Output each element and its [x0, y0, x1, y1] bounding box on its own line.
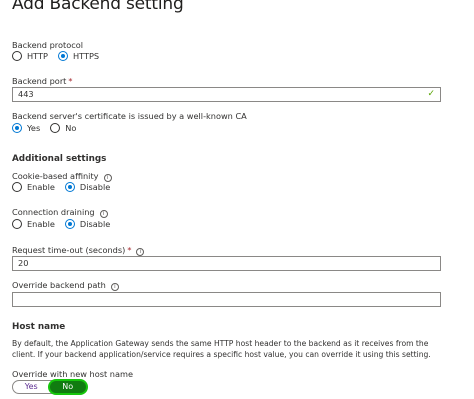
- backend-protocol-label: Backend protocol: [12, 40, 84, 50]
- cookie-affinity-label: Cookie-based affinity i: [12, 171, 112, 182]
- info-icon[interactable]: i: [103, 174, 112, 182]
- request-timeout-input[interactable]: 20: [12, 256, 441, 271]
- cookie-affinity-radio-group: Enable Disable: [12, 182, 120, 192]
- certificate-no-radio[interactable]: No: [50, 123, 76, 133]
- checkmark-icon: ✓: [427, 89, 435, 99]
- affinity-disable-label: Disable: [79, 182, 111, 192]
- radio-selected-icon: [12, 123, 22, 133]
- request-timeout-value: 20: [18, 258, 29, 268]
- draining-disable-radio[interactable]: Disable: [64, 219, 111, 229]
- certificate-yes-label: Yes: [27, 123, 41, 133]
- info-icon[interactable]: i: [110, 283, 119, 291]
- radio-icon: [12, 51, 22, 61]
- radio-selected-icon: [64, 219, 75, 229]
- connection-draining-label-text: Connection draining: [12, 207, 95, 217]
- affinity-enable-radio[interactable]: Enable: [12, 182, 55, 192]
- certificate-radio-group: Yes No: [12, 123, 86, 133]
- override-path-input[interactable]: [12, 292, 441, 307]
- request-timeout-label: Request time-out (seconds) * i: [12, 245, 145, 256]
- toggle-yes-option[interactable]: Yes: [13, 381, 50, 393]
- backend-port-value: 443: [18, 89, 34, 99]
- toggle-no-option[interactable]: No: [49, 381, 86, 393]
- protocol-http-radio[interactable]: HTTP: [12, 51, 48, 61]
- request-timeout-label-text: Request time-out (seconds): [12, 245, 126, 255]
- draining-enable-radio[interactable]: Enable: [12, 219, 55, 229]
- certificate-label: Backend server's certificate is issued b…: [12, 111, 247, 121]
- protocol-https-label: HTTPS: [72, 51, 100, 61]
- connection-draining-label: Connection draining i: [12, 207, 108, 218]
- required-mark: *: [127, 245, 132, 255]
- affinity-disable-radio[interactable]: Disable: [64, 182, 111, 192]
- override-host-toggle[interactable]: Yes No: [12, 380, 87, 394]
- page-title: Add Backend setting: [12, 0, 184, 14]
- draining-enable-label: Enable: [27, 219, 55, 229]
- radio-selected-icon: [64, 182, 75, 192]
- additional-settings-heading: Additional settings: [12, 154, 107, 164]
- draining-disable-label: Disable: [79, 219, 111, 229]
- add-backend-setting-panel: Add Backend setting Backend protocol HTT…: [0, 0, 474, 399]
- override-path-label: Override backend path i: [12, 280, 119, 291]
- override-host-label: Override with new host name: [12, 369, 134, 379]
- radio-icon: [50, 123, 61, 133]
- radio-icon: [12, 219, 22, 229]
- info-icon[interactable]: i: [136, 248, 145, 256]
- info-icon[interactable]: i: [99, 210, 108, 218]
- certificate-no-label: No: [65, 123, 77, 133]
- cookie-affinity-label-text: Cookie-based affinity: [12, 171, 99, 181]
- protocol-https-radio[interactable]: HTTPS: [57, 51, 100, 61]
- backend-protocol-radio-group: HTTP HTTPS: [12, 51, 109, 61]
- backend-port-label: Backend port *: [12, 76, 73, 86]
- host-name-heading: Host name: [12, 322, 66, 332]
- host-name-description: By default, the Application Gateway send…: [12, 339, 431, 359]
- protocol-http-label: HTTP: [27, 51, 48, 61]
- connection-draining-radio-group: Enable Disable: [12, 219, 120, 229]
- backend-port-label-text: Backend port: [12, 76, 67, 86]
- certificate-yes-radio[interactable]: Yes: [12, 123, 40, 133]
- override-path-label-text: Override backend path: [12, 280, 106, 290]
- backend-port-input[interactable]: 443 ✓: [12, 87, 441, 102]
- affinity-enable-label: Enable: [27, 182, 55, 192]
- radio-selected-icon: [57, 51, 68, 61]
- required-mark: *: [68, 76, 73, 86]
- radio-icon: [12, 182, 22, 192]
